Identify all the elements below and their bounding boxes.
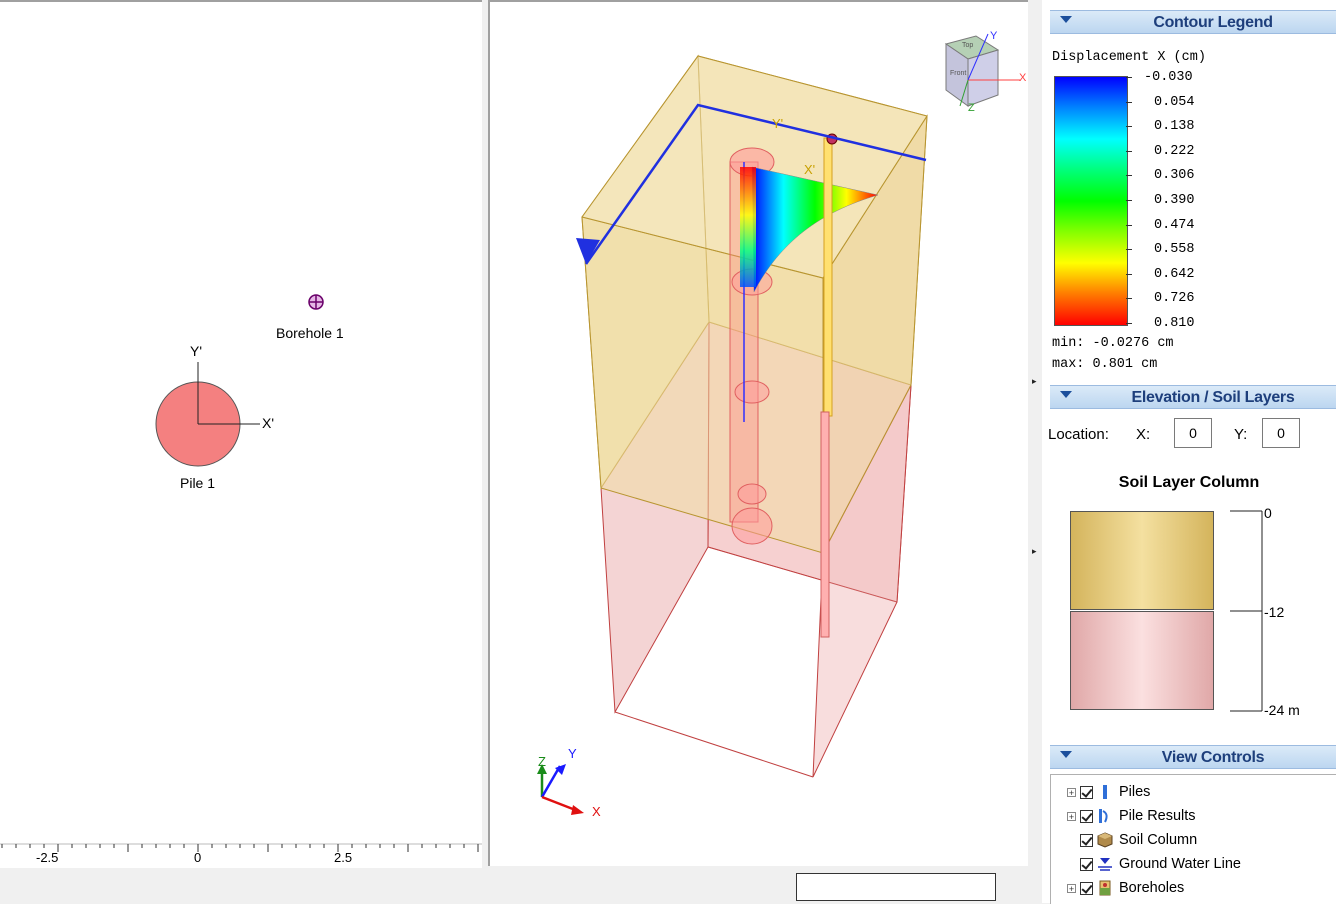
- legend-quantity: Displacement X (cm): [1052, 50, 1206, 65]
- expand-icon[interactable]: +: [1067, 787, 1076, 797]
- ruler-tick-label: 0: [194, 850, 202, 865]
- legend-value: 0.306: [1154, 168, 1195, 184]
- borehole-icon: [1097, 880, 1113, 896]
- borehole-label: Borehole 1: [276, 325, 344, 341]
- elevation-title: Elevation / Soil Layers: [1131, 389, 1295, 406]
- collapse-arrow-icon[interactable]: ▸: [1032, 376, 1037, 387]
- view-controls-header[interactable]: View Controls: [1050, 745, 1336, 769]
- tree-item-label: Boreholes: [1119, 880, 1185, 896]
- expand-icon[interactable]: +: [1067, 811, 1076, 821]
- status-field: [796, 873, 996, 901]
- tree-item-piles[interactable]: + Piles: [1067, 781, 1150, 803]
- view-controls-title: View Controls: [1161, 749, 1265, 766]
- collapse-triangle-icon[interactable]: [1060, 751, 1072, 758]
- x-label: X:: [1136, 426, 1151, 443]
- tree-item-ground-water-line[interactable]: Ground Water Line: [1080, 853, 1241, 875]
- pile-axis-x-3d: X': [804, 162, 816, 177]
- tree-item-label: Pile Results: [1119, 808, 1196, 824]
- triad-x-label: X: [592, 804, 601, 819]
- location-x-input[interactable]: 0: [1174, 418, 1212, 448]
- soil-column-title: Soil Layer Column: [1118, 474, 1260, 491]
- tree-item-soil-column[interactable]: Soil Column: [1080, 829, 1197, 851]
- legend-value: 0.390: [1154, 193, 1195, 208]
- tree-item-label: Piles: [1119, 784, 1151, 800]
- collapse-triangle-icon[interactable]: [1060, 16, 1072, 23]
- contour-legend-title: Contour Legend: [1153, 14, 1273, 31]
- location-label: Location:: [1048, 426, 1109, 443]
- pile-label: Pile 1: [180, 475, 216, 491]
- checkbox[interactable]: [1080, 809, 1093, 823]
- pile-axis-x-label: X': [262, 415, 275, 431]
- panel-splitter[interactable]: ▸ ▸: [1030, 0, 1042, 903]
- legend-value: 0.642: [1154, 266, 1195, 282]
- cube-y-label: Y: [990, 30, 998, 42]
- legend-tick: [1126, 200, 1132, 201]
- legend-tick: [1126, 298, 1132, 300]
- cube-face-front: Front: [950, 70, 967, 77]
- legend-min: min: -0.0276 cm: [1052, 336, 1174, 351]
- legend-max: max: 0.801 cm: [1052, 357, 1158, 372]
- cube-face-top: Top: [962, 42, 974, 49]
- depth-label: -12: [1264, 604, 1285, 620]
- 3d-view[interactable]: Y' X' Z Y X Y X Z Top Front: [488, 0, 1028, 866]
- borehole-marker[interactable]: [308, 294, 324, 310]
- pile-icon: [1097, 784, 1113, 800]
- soil-column-icon: [1097, 832, 1113, 848]
- contour-legend-header[interactable]: Contour Legend: [1050, 10, 1336, 34]
- checkbox[interactable]: [1080, 833, 1093, 847]
- location-y-input[interactable]: 0: [1262, 418, 1300, 448]
- legend-value: 0.726: [1154, 291, 1195, 307]
- pile-axis-y-3d: Y': [772, 116, 784, 131]
- tree-item-label: Soil Column: [1119, 832, 1198, 848]
- cube-x-label: X: [1019, 72, 1027, 84]
- elevation-header[interactable]: Elevation / Soil Layers: [1050, 385, 1336, 409]
- legend-value: -0.030: [1144, 70, 1193, 85]
- depth-label: 0: [1264, 505, 1272, 521]
- legend-value: 0.558: [1154, 242, 1195, 258]
- soil-layer-2[interactable]: [1070, 611, 1214, 710]
- legend-tick: [1126, 150, 1132, 152]
- checkbox[interactable]: [1080, 785, 1093, 799]
- side-panel: Contour Legend Displacement X (cm) -0.03…: [1042, 0, 1336, 904]
- collapse-triangle-icon[interactable]: [1060, 391, 1072, 398]
- water-line-icon: [1097, 856, 1113, 872]
- plan-canvas: [0, 294, 482, 852]
- legend-value: 0.474: [1154, 217, 1195, 233]
- legend-color-bar: [1054, 76, 1128, 326]
- view-controls-tree: + Piles + Pile Results Soil Column Groun…: [1050, 774, 1336, 904]
- legend-tick: [1126, 175, 1132, 177]
- legend-tick: [1126, 273, 1132, 275]
- tree-item-label: Ground Water Line: [1119, 856, 1241, 872]
- triad-y-label: Y: [568, 746, 577, 761]
- y-label: Y:: [1234, 426, 1248, 443]
- pile-axis-y-label: Y': [190, 343, 203, 359]
- tree-item-pile-results[interactable]: + Pile Results: [1067, 805, 1196, 827]
- legend-tick: [1126, 77, 1132, 78]
- checkbox[interactable]: [1080, 857, 1093, 871]
- legend-tick: [1126, 126, 1132, 128]
- triad-z-label: Z: [538, 754, 546, 769]
- 3d-canvas: [537, 33, 1020, 815]
- cube-z-label: Z: [968, 102, 975, 114]
- plan-view[interactable]: Borehole 1 Y' X' Pile 1 -2.5 0 2.5: [0, 0, 482, 868]
- tree-item-boreholes[interactable]: + Boreholes: [1067, 877, 1184, 899]
- legend-value: 0.138: [1154, 119, 1195, 135]
- soil-layer-1[interactable]: [1070, 511, 1214, 610]
- legend-value: 0.810: [1154, 316, 1195, 331]
- legend-tick: [1126, 323, 1132, 324]
- depth-label: -24 m: [1264, 702, 1300, 718]
- axis-triad: [537, 764, 584, 815]
- legend-value: 0.054: [1154, 94, 1195, 110]
- expand-icon[interactable]: +: [1067, 883, 1076, 893]
- legend-tick: [1126, 101, 1132, 103]
- pile-results-icon: [1097, 808, 1113, 824]
- collapse-arrow-icon[interactable]: ▸: [1032, 546, 1037, 557]
- ruler-tick-label: -2.5: [36, 850, 59, 865]
- legend-value: 0.222: [1154, 143, 1195, 159]
- checkbox[interactable]: [1080, 881, 1093, 895]
- ruler-tick-label: 2.5: [334, 850, 353, 865]
- legend-tick: [1126, 249, 1132, 251]
- legend-tick: [1126, 224, 1132, 226]
